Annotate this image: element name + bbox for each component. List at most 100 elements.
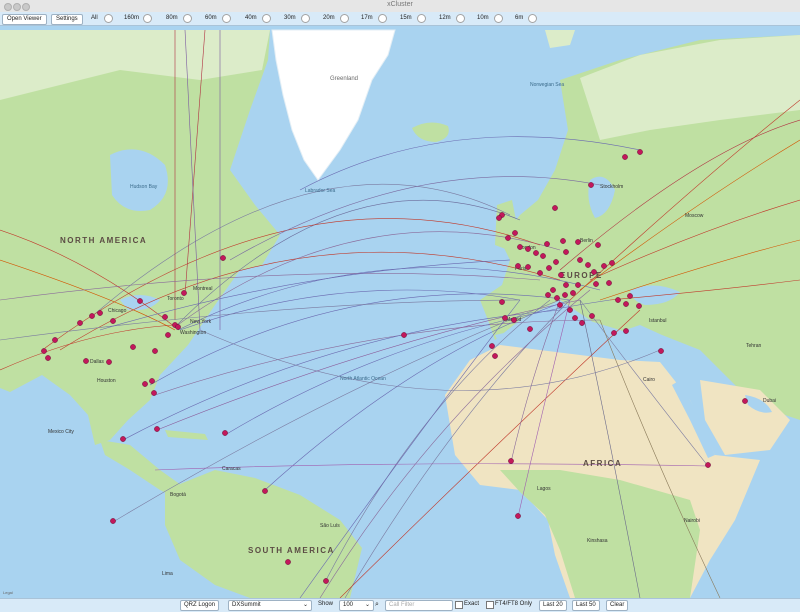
spot-pin[interactable] xyxy=(560,238,566,244)
spot-pin[interactable] xyxy=(563,249,569,255)
spot-pin[interactable] xyxy=(137,298,143,304)
band-radio-160m[interactable] xyxy=(143,14,152,23)
spot-pin[interactable] xyxy=(149,378,155,384)
spot-pin[interactable] xyxy=(323,578,329,584)
qrz-logon-button[interactable]: QRZ Logon xyxy=(180,600,220,611)
exact-checkbox[interactable] xyxy=(455,601,463,609)
spot-pin[interactable] xyxy=(77,320,83,326)
spot-pin[interactable] xyxy=(563,282,569,288)
spot-pin[interactable] xyxy=(106,359,112,365)
spot-pin[interactable] xyxy=(154,426,160,432)
spot-pin[interactable] xyxy=(52,337,58,343)
band-radio-80m[interactable] xyxy=(183,14,192,23)
spot-pin[interactable] xyxy=(45,355,51,361)
spot-pin[interactable] xyxy=(151,390,157,396)
spot-pin[interactable] xyxy=(120,436,126,442)
last-20-button[interactable]: Last 20 xyxy=(539,600,567,611)
spot-pin[interactable] xyxy=(544,241,550,247)
band-radio-all[interactable] xyxy=(104,14,113,23)
spot-pin[interactable] xyxy=(162,314,168,320)
spot-pin[interactable] xyxy=(515,513,521,519)
band-radio-30m[interactable] xyxy=(301,14,310,23)
band-radio-6m[interactable] xyxy=(528,14,537,23)
spot-pin[interactable] xyxy=(575,282,581,288)
cluster-source-select[interactable]: DXSummit ⌄ xyxy=(228,600,312,611)
spot-pin[interactable] xyxy=(623,328,629,334)
map-canvas[interactable]: NORTH AMERICA SOUTH AMERICA EUROPE AFRIC… xyxy=(0,26,800,598)
spot-pin[interactable] xyxy=(502,315,508,321)
spot-pin[interactable] xyxy=(517,244,523,250)
map-legal-link[interactable]: Legal xyxy=(3,590,13,595)
spot-pin[interactable] xyxy=(589,313,595,319)
spot-pin[interactable] xyxy=(41,348,47,354)
spot-pin[interactable] xyxy=(165,332,171,338)
spot-pin[interactable] xyxy=(622,154,628,160)
spot-pin[interactable] xyxy=(537,270,543,276)
band-radio-12m[interactable] xyxy=(456,14,465,23)
spot-pin[interactable] xyxy=(83,358,89,364)
spot-pin[interactable] xyxy=(110,518,116,524)
band-radio-10m[interactable] xyxy=(494,14,503,23)
spot-pin[interactable] xyxy=(579,320,585,326)
spot-pin[interactable] xyxy=(540,253,546,259)
spot-pin[interactable] xyxy=(558,272,564,278)
spot-pin[interactable] xyxy=(545,292,551,298)
spot-pin[interactable] xyxy=(262,488,268,494)
spot-pin[interactable] xyxy=(627,293,633,299)
spot-pin[interactable] xyxy=(110,318,116,324)
spot-pin[interactable] xyxy=(554,295,560,301)
spot-pin[interactable] xyxy=(570,290,576,296)
world-map[interactable]: NORTH AMERICA SOUTH AMERICA EUROPE AFRIC… xyxy=(0,26,800,598)
spot-pin[interactable] xyxy=(220,255,226,261)
spot-pin[interactable] xyxy=(511,317,517,323)
settings-button[interactable]: Settings xyxy=(51,14,83,25)
spot-pin[interactable] xyxy=(553,259,559,265)
spot-pin[interactable] xyxy=(97,310,103,316)
band-radio-40m[interactable] xyxy=(262,14,271,23)
band-radio-15m[interactable] xyxy=(417,14,426,23)
spot-pin[interactable] xyxy=(562,292,568,298)
spot-pin[interactable] xyxy=(175,324,181,330)
ft4ft8-checkbox[interactable] xyxy=(486,601,494,609)
spot-pin[interactable] xyxy=(222,430,228,436)
spot-pin[interactable] xyxy=(572,315,578,321)
spot-pin[interactable] xyxy=(567,307,573,313)
spot-pin[interactable] xyxy=(601,263,607,269)
spot-pin[interactable] xyxy=(89,313,95,319)
spot-pin[interactable] xyxy=(577,257,583,263)
spot-pin[interactable] xyxy=(505,235,511,241)
spot-pin[interactable] xyxy=(636,303,642,309)
spot-pin[interactable] xyxy=(496,215,502,221)
spot-pin[interactable] xyxy=(492,353,498,359)
spot-pin[interactable] xyxy=(285,559,291,565)
band-radio-20m[interactable] xyxy=(340,14,349,23)
last-50-button[interactable]: Last 50 xyxy=(572,600,600,611)
spot-pin[interactable] xyxy=(609,260,615,266)
spot-pin[interactable] xyxy=(591,269,597,275)
show-count-select[interactable]: 100 ⌄ xyxy=(339,600,374,611)
spot-pin[interactable] xyxy=(585,262,591,268)
spot-pin[interactable] xyxy=(515,263,521,269)
band-radio-60m[interactable] xyxy=(222,14,231,23)
spot-pin[interactable] xyxy=(152,348,158,354)
spot-pin[interactable] xyxy=(552,205,558,211)
spot-pin[interactable] xyxy=(525,264,531,270)
spot-pin[interactable] xyxy=(550,287,556,293)
spot-pin[interactable] xyxy=(575,239,581,245)
spot-pin[interactable] xyxy=(588,182,594,188)
spot-pin[interactable] xyxy=(527,326,533,332)
spot-pin[interactable] xyxy=(525,246,531,252)
spot-pin[interactable] xyxy=(130,344,136,350)
spot-pin[interactable] xyxy=(606,280,612,286)
open-viewer-button[interactable]: Open Viewer xyxy=(2,14,47,25)
spot-pin[interactable] xyxy=(508,458,514,464)
spot-pin[interactable] xyxy=(546,265,552,271)
spot-pin[interactable] xyxy=(615,297,621,303)
spot-pin[interactable] xyxy=(512,230,518,236)
spot-pin[interactable] xyxy=(401,332,407,338)
spot-pin[interactable] xyxy=(705,462,711,468)
spot-pin[interactable] xyxy=(611,330,617,336)
band-radio-17m[interactable] xyxy=(378,14,387,23)
spot-pin[interactable] xyxy=(533,250,539,256)
spot-pin[interactable] xyxy=(637,149,643,155)
